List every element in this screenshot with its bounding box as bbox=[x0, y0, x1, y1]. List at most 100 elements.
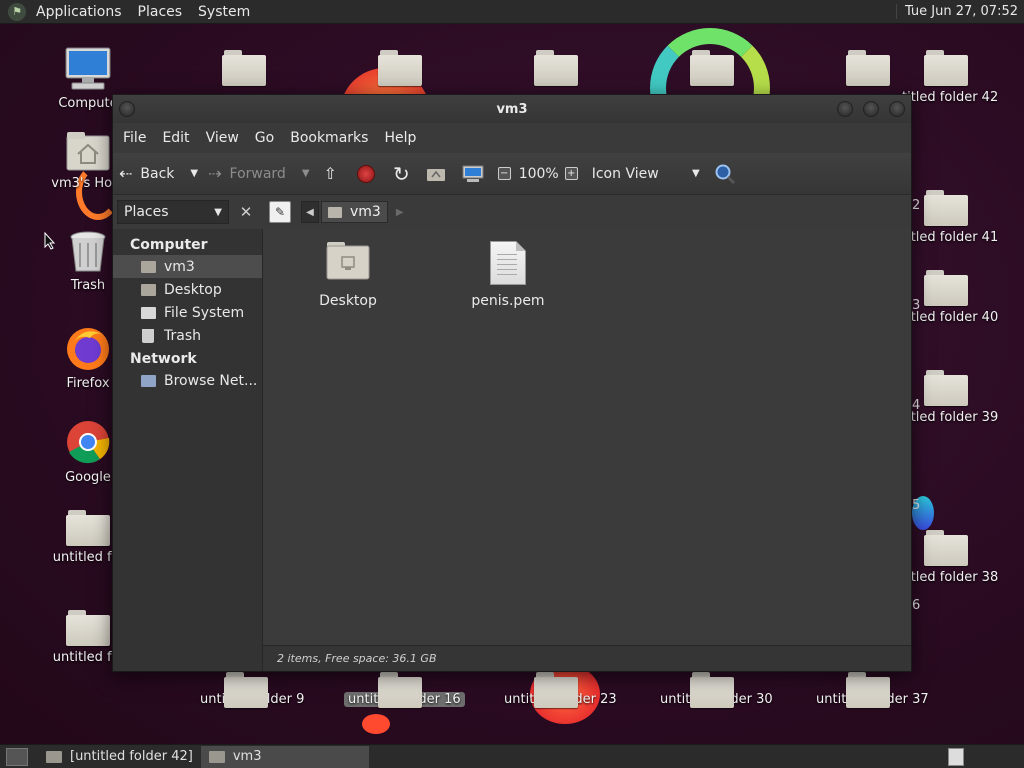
location-bar: Places ▼ ✕ ✎ ◀ vm3 ▶ bbox=[113, 195, 911, 229]
file-item-penis-pem[interactable]: penis.pem bbox=[453, 241, 563, 309]
breadcrumb-vm3[interactable]: vm3 bbox=[321, 201, 388, 223]
folder-icon bbox=[378, 672, 422, 708]
close-sidebar-button[interactable]: ✕ bbox=[235, 201, 257, 223]
up-button[interactable]: ⇧ bbox=[314, 153, 347, 194]
file-view[interactable]: Desktop penis.pem 2 items, Free space: 3… bbox=[263, 229, 911, 671]
breadcrumb-scroll-left[interactable]: ◀ bbox=[301, 201, 319, 223]
desktop-folder[interactable] bbox=[196, 50, 292, 90]
window-body: Computer vm3 Desktop File System Trash N… bbox=[113, 229, 911, 671]
chevron-right-icon: ▶ bbox=[395, 206, 404, 218]
desktop-folder-icon bbox=[326, 242, 370, 280]
breadcrumb-scroll-right[interactable]: ▶ bbox=[396, 207, 404, 218]
forward-button[interactable]: ⇢ Forward bbox=[202, 153, 292, 194]
panel-clock[interactable]: Tue Jun 27, 07:52 bbox=[895, 4, 1024, 19]
folder-icon bbox=[690, 672, 734, 708]
status-text: 2 items, Free space: 36.1 GB bbox=[277, 652, 437, 665]
folder-icon bbox=[924, 530, 968, 566]
window-title: vm3 bbox=[496, 101, 528, 117]
document-icon bbox=[490, 241, 526, 285]
desktop-folder[interactable]: untitled folder 23 bbox=[500, 672, 617, 708]
home-folder-icon bbox=[328, 206, 342, 218]
desktop-folder[interactable]: untitled folder 9 bbox=[196, 672, 304, 708]
computer-button[interactable] bbox=[454, 153, 492, 194]
search-button[interactable] bbox=[706, 153, 744, 194]
taskbar-item-vm3[interactable]: vm3 bbox=[200, 745, 369, 768]
sidebar-item-desktop[interactable]: Desktop bbox=[113, 278, 262, 301]
menu-bookmarks[interactable]: Bookmarks bbox=[282, 130, 376, 146]
desktop-folder[interactable] bbox=[352, 50, 448, 90]
desktop-folder[interactable]: titled folder 38 bbox=[898, 530, 998, 585]
folder-icon bbox=[378, 50, 422, 86]
top-panel: ⚑ Applications Places System Tue Jun 27,… bbox=[0, 0, 1024, 24]
back-history-dropdown[interactable]: ▼ bbox=[180, 153, 202, 194]
places-sidebar[interactable]: Computer vm3 Desktop File System Trash N… bbox=[113, 229, 263, 671]
window-titlebar[interactable]: vm3 bbox=[113, 95, 911, 123]
sidebar-item-label: Browse Net... bbox=[164, 372, 258, 389]
home-button[interactable] bbox=[418, 153, 454, 194]
menu-edit[interactable]: Edit bbox=[154, 130, 197, 146]
sidebar-pane-select[interactable]: Places ▼ bbox=[117, 200, 229, 224]
sidebar-item-file-system[interactable]: File System bbox=[113, 301, 262, 324]
toggle-location-entry-button[interactable]: ✎ bbox=[269, 201, 291, 223]
sidebar-item-label: vm3 bbox=[164, 258, 195, 275]
zoom-out-button[interactable]: − bbox=[492, 153, 519, 194]
sidebar-pane-value: Places bbox=[124, 204, 169, 220]
folder-icon bbox=[46, 750, 62, 763]
sidebar-item-vm3[interactable]: vm3 bbox=[113, 255, 262, 278]
forward-history-dropdown[interactable]: ▼ bbox=[292, 153, 314, 194]
desktop-icon-label: titled folder 38 bbox=[902, 570, 999, 585]
sidebar-item-trash[interactable]: Trash bbox=[113, 324, 262, 347]
search-icon bbox=[715, 164, 735, 184]
zoom-level: 100% bbox=[518, 165, 559, 182]
desktop-folder[interactable]: titled folder 42 bbox=[898, 50, 998, 105]
show-desktop-button[interactable] bbox=[6, 747, 28, 766]
chrome-icon bbox=[67, 421, 110, 464]
folder-icon bbox=[924, 190, 968, 226]
distro-logo-icon[interactable]: ⚑ bbox=[8, 2, 26, 21]
desktop-folder-selected[interactable]: untitled folder 16 bbox=[344, 672, 465, 708]
back-button[interactable]: ⇠ Back bbox=[113, 153, 180, 194]
system-menu[interactable]: System bbox=[190, 4, 258, 20]
stop-button[interactable] bbox=[347, 153, 385, 194]
pencil-icon: ✎ bbox=[274, 205, 286, 219]
folder-icon bbox=[924, 50, 968, 86]
menu-help[interactable]: Help bbox=[376, 130, 424, 146]
zoom-in-button[interactable]: + bbox=[559, 153, 586, 194]
desktop-folder[interactable] bbox=[664, 50, 760, 90]
folder-icon bbox=[534, 50, 578, 86]
menu-go[interactable]: Go bbox=[247, 130, 282, 146]
partial-label: 2 bbox=[912, 198, 921, 213]
view-mode-select[interactable]: Icon View ▼ bbox=[586, 153, 706, 194]
file-item-desktop[interactable]: Desktop bbox=[293, 241, 403, 309]
menu-view[interactable]: View bbox=[198, 130, 247, 146]
status-bar: 2 items, Free space: 36.1 GB bbox=[263, 645, 911, 671]
chevron-down-icon: ▼ bbox=[190, 168, 199, 179]
taskbar-item-label: [untitled folder 42] bbox=[70, 749, 193, 764]
desktop-folder[interactable]: untitled folder 30 bbox=[656, 672, 773, 708]
maximize-button[interactable] bbox=[863, 101, 879, 117]
partial-label: 5 bbox=[912, 498, 921, 513]
partial-label: 4 bbox=[912, 398, 921, 413]
file-manager-window[interactable]: vm3 File Edit View Go Bookmarks Help ⇠ B… bbox=[112, 94, 912, 672]
workspace-switcher[interactable] bbox=[948, 747, 964, 766]
sidebar-item-browse-network[interactable]: Browse Net... bbox=[113, 369, 262, 392]
applications-menu[interactable]: Applications bbox=[28, 4, 130, 20]
close-icon: ✕ bbox=[239, 203, 253, 221]
minimize-button[interactable] bbox=[837, 101, 853, 117]
desktop-folder[interactable]: untitled folder 37 bbox=[812, 672, 929, 708]
desktop-icon-label: titled folder 41 bbox=[902, 230, 999, 245]
folder-icon bbox=[66, 610, 110, 646]
reload-icon: ↻ bbox=[392, 161, 410, 186]
desktop-icon-label: Google bbox=[65, 470, 111, 485]
folder-icon bbox=[222, 50, 266, 86]
menu-file[interactable]: File bbox=[115, 130, 154, 146]
reload-button[interactable]: ↻ bbox=[385, 153, 418, 194]
chevron-down-icon: ▼ bbox=[214, 206, 222, 218]
sidebar-item-label: Trash bbox=[164, 327, 201, 344]
back-arrow-icon: ⇠ bbox=[119, 164, 133, 183]
sidebar-heading-network: Network bbox=[130, 351, 197, 367]
places-menu[interactable]: Places bbox=[130, 4, 191, 20]
taskbar-item-untitled-folder-42[interactable]: [untitled folder 42] bbox=[38, 746, 201, 768]
close-button[interactable] bbox=[889, 101, 905, 117]
desktop-folder[interactable] bbox=[508, 50, 604, 90]
